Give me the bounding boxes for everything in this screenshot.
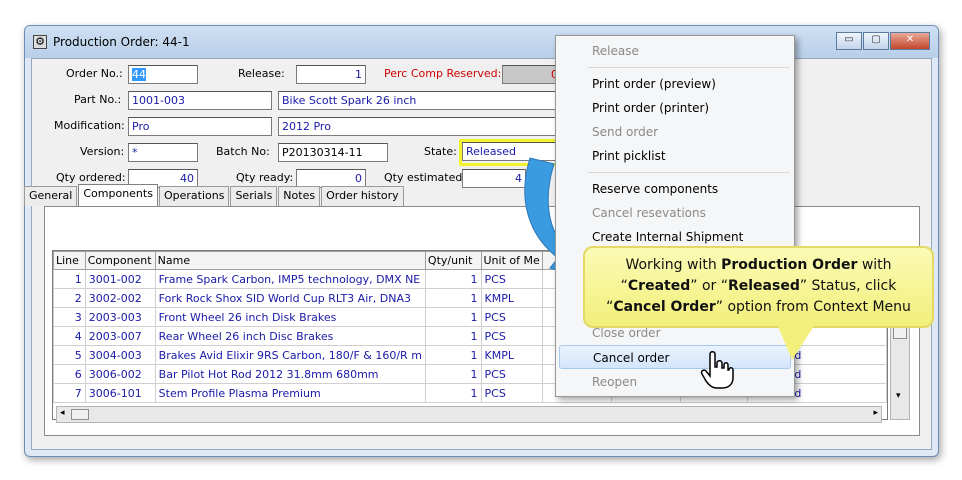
menu-separator — [588, 67, 790, 68]
instruction-callout: Working with Production Order with “Crea… — [583, 246, 934, 328]
close-button[interactable]: ✕ — [890, 32, 930, 50]
cell-component[interactable]: 3001-002 — [84, 269, 156, 289]
menu-item-cancel-order[interactable]: Cancel order — [559, 345, 791, 369]
menu-item-print-picklist[interactable]: Print picklist — [556, 144, 794, 168]
menu-item-release[interactable]: Release — [556, 39, 794, 63]
scroll-left-icon[interactable]: ◂ — [60, 408, 65, 418]
cell-name[interactable]: Rear Wheel 26 inch Disc Brakes — [154, 326, 426, 346]
release-field[interactable]: 1 — [296, 65, 366, 84]
col-component[interactable]: Component — [84, 251, 156, 270]
cell-component[interactable]: 3004-003 — [84, 345, 156, 365]
title-bar[interactable]: ⚙ Production Order: 44-1 ▭ ▢ ✕ — [25, 26, 938, 58]
cell-unit[interactable]: PCS — [480, 307, 544, 327]
cell-line[interactable]: 2 — [53, 288, 86, 308]
context-menu: Release Print order (preview) Print orde… — [555, 35, 795, 397]
cell-qty-unit[interactable]: 1 — [424, 364, 482, 384]
app-icon: ⚙ — [33, 35, 47, 49]
maximize-button[interactable]: ▢ — [863, 32, 889, 50]
order-no-label: Order No.: — [66, 67, 123, 80]
cell-name[interactable]: Frame Spark Carbon, IMP5 technology, DMX… — [154, 269, 426, 289]
window-title: Production Order: 44-1 — [53, 35, 190, 49]
vertical-scroll-thumb[interactable] — [893, 327, 907, 339]
horizontal-scroll-thumb[interactable] — [71, 409, 89, 420]
cell-line[interactable]: 4 — [53, 326, 86, 346]
cell-line[interactable]: 1 — [53, 269, 86, 289]
cell-unit[interactable]: PCS — [480, 326, 544, 346]
cell-qty-unit[interactable]: 1 — [424, 326, 482, 346]
cell-qty-unit[interactable]: 1 — [424, 383, 482, 403]
cell-component[interactable]: 3006-101 — [84, 383, 156, 403]
cell-qty-unit[interactable]: 1 — [424, 288, 482, 308]
batch-no-field[interactable]: P20130314-11 — [278, 143, 388, 162]
cell-qty-unit[interactable]: 1 — [424, 307, 482, 327]
callout-pointer — [778, 326, 814, 360]
cell-name[interactable]: Stem Profile Plasma Premium — [154, 383, 426, 403]
part-no-label: Part No.: — [74, 93, 122, 106]
cell-component[interactable]: 2003-003 — [84, 307, 156, 327]
scroll-right-icon[interactable]: ▸ — [873, 408, 878, 418]
menu-item-reserve-components[interactable]: Reserve components — [556, 177, 794, 201]
tab-strip: General Components Operations Serials No… — [24, 184, 405, 206]
cell-unit[interactable]: PCS — [480, 383, 544, 403]
scroll-down-icon[interactable]: ▾ — [896, 391, 901, 401]
tab-notes[interactable]: Notes — [278, 186, 321, 206]
hand-cursor-icon — [700, 351, 734, 389]
version-field[interactable]: * — [128, 143, 198, 162]
cell-name[interactable]: Fork Rock Shox SID World Cup RLT3 Air, D… — [154, 288, 426, 308]
menu-separator — [588, 172, 790, 173]
minimize-button[interactable]: ▭ — [836, 32, 862, 50]
cell-component[interactable]: 3006-002 — [84, 364, 156, 384]
perc-comp-reserved-field: 0 — [502, 65, 562, 84]
part-no-field[interactable]: 1001-003 — [128, 91, 272, 110]
cell-qty-unit[interactable]: 1 — [424, 269, 482, 289]
menu-item-send-order[interactable]: Send order — [556, 120, 794, 144]
cell-name[interactable]: Bar Pilot Hot Rod 2012 31.8mm 680mm — [154, 364, 426, 384]
cell-line[interactable]: 3 — [53, 307, 86, 327]
modification-name-field[interactable]: 2012 Pro — [278, 117, 562, 136]
tab-serials[interactable]: Serials — [230, 186, 278, 206]
modification-label: Modification: — [54, 119, 125, 132]
cell-unit[interactable]: PCS — [480, 364, 544, 384]
part-name-field[interactable]: Bike Scott Spark 26 inch — [278, 91, 562, 110]
cell-line[interactable]: 5 — [53, 345, 86, 365]
horizontal-scrollbar[interactable]: ◂ ▸ — [56, 406, 882, 423]
qty-ready-label: Qty ready: — [236, 171, 294, 184]
modification-field[interactable]: Pro — [128, 117, 272, 136]
order-no-field[interactable]: 44 — [128, 65, 198, 84]
menu-item-print-preview[interactable]: Print order (preview) — [556, 72, 794, 96]
col-qty-unit[interactable]: Qty/unit — [424, 251, 482, 270]
cell-component[interactable]: 3002-002 — [84, 288, 156, 308]
qty-estimated-label: Qty estimated: — [384, 171, 467, 184]
tab-order-history[interactable]: Order history — [321, 186, 404, 206]
col-name[interactable]: Name — [154, 251, 426, 270]
tab-operations[interactable]: Operations — [158, 186, 230, 206]
cell-name[interactable]: Brakes Avid Elixir 9RS Carbon, 180/F & 1… — [154, 345, 426, 365]
release-label: Release: — [238, 67, 285, 80]
menu-item-reopen[interactable]: Reopen — [556, 370, 794, 394]
col-line[interactable]: Line — [53, 251, 86, 270]
menu-item-print-printer[interactable]: Print order (printer) — [556, 96, 794, 120]
tab-general[interactable]: General — [24, 186, 78, 206]
cell-name[interactable]: Front Wheel 26 inch Disk Brakes — [154, 307, 426, 327]
menu-item-cancel-reservations[interactable]: Cancel resevations — [556, 201, 794, 225]
qty-ordered-label: Qty ordered: — [56, 171, 126, 184]
tab-components[interactable]: Components — [78, 184, 158, 206]
perc-comp-reserved-label: Perc Comp Reserved: — [384, 67, 502, 80]
cell-component[interactable]: 2003-007 — [84, 326, 156, 346]
cell-line[interactable]: 6 — [53, 364, 86, 384]
batch-no-label: Batch No: — [216, 145, 270, 158]
cell-unit[interactable]: KMPL — [480, 345, 544, 365]
version-label: Version: — [80, 145, 125, 158]
cell-line[interactable]: 7 — [53, 383, 86, 403]
cell-qty-unit[interactable]: 1 — [424, 345, 482, 365]
state-label: State: — [424, 145, 457, 158]
